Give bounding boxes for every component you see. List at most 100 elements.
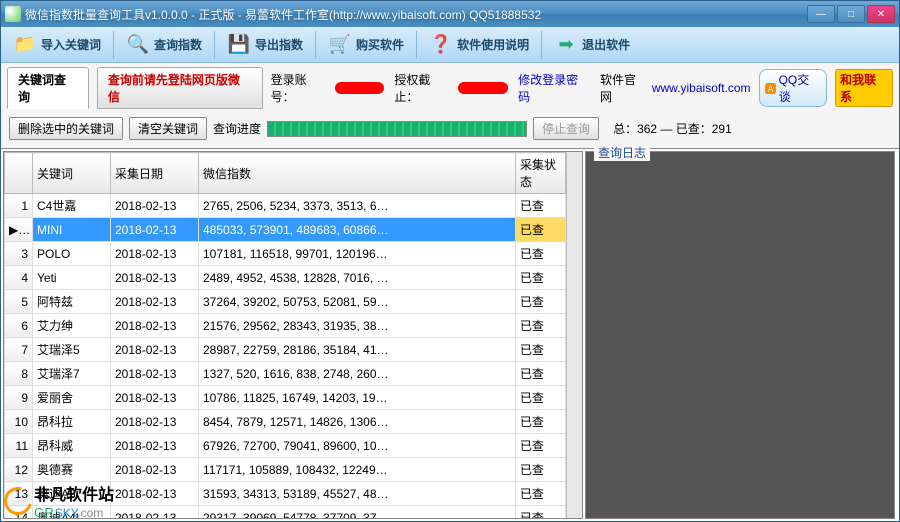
help-icon: ❓ — [429, 33, 453, 57]
cell-index: 10786, 11825, 16749, 14203, 19… — [199, 386, 516, 410]
cell-date: 2018-02-13 — [111, 458, 199, 482]
qq-chat-button[interactable]: 🅰 QQ交谈 — [759, 69, 828, 107]
cell-keyword: 奥德赛 — [33, 458, 111, 482]
cell-index: 107181, 116518, 99701, 120196… — [199, 242, 516, 266]
login-account-label: 登录账号： — [271, 71, 331, 105]
contact-button[interactable]: 和我联系 — [835, 69, 893, 107]
cell-index: 28987, 22759, 28186, 35184, 41… — [199, 338, 516, 362]
log-title: 查询日志 — [594, 144, 650, 161]
cell-keyword: 艾瑞泽7 — [33, 362, 111, 386]
row-number: 1 — [5, 194, 33, 218]
cell-status: 已查 — [516, 266, 566, 290]
delete-selected-button[interactable]: 删除选中的关键词 — [9, 117, 123, 140]
table-row[interactable]: 12奥德赛2018-02-13117171, 105889, 108432, 1… — [5, 458, 566, 482]
buy-software-button[interactable]: 🛒 购买软件 — [320, 29, 412, 61]
folder-icon: 📁 — [13, 33, 37, 57]
cart-icon: 🛒 — [328, 33, 352, 57]
table-row[interactable]: ▶ 2MINI2018-02-13485033, 573901, 489683,… — [5, 218, 566, 242]
magnifier-icon: 🔍 — [126, 33, 150, 57]
cell-keyword: C4世嘉 — [33, 194, 111, 218]
row-number: 8 — [5, 362, 33, 386]
table-row[interactable]: 1C4世嘉2018-02-132765, 2506, 5234, 3373, 3… — [5, 194, 566, 218]
exit-button[interactable]: ➡ 退出软件 — [546, 29, 638, 61]
table-row[interactable]: 7艾瑞泽52018-02-1328987, 22759, 28186, 3518… — [5, 338, 566, 362]
cell-status: 已查 — [516, 314, 566, 338]
table-row[interactable]: 5阿特兹2018-02-1337264, 39202, 50753, 52081… — [5, 290, 566, 314]
cell-status: 已查 — [516, 218, 566, 242]
stop-query-button[interactable]: 停止查询 — [533, 117, 599, 140]
table-row[interactable]: 13奥迪A32018-02-1331593, 34313, 53189, 455… — [5, 482, 566, 506]
clear-keywords-button[interactable]: 清空关键词 — [129, 117, 207, 140]
table-row[interactable]: 8艾瑞泽72018-02-131327, 520, 1616, 838, 274… — [5, 362, 566, 386]
cell-date: 2018-02-13 — [111, 362, 199, 386]
cell-date: 2018-02-13 — [111, 194, 199, 218]
vertical-scrollbar[interactable] — [566, 152, 582, 518]
qq-chat-label: QQ交谈 — [779, 71, 822, 105]
cell-keyword: 阿特兹 — [33, 290, 111, 314]
titlebar: 微信指数批量查询工具v1.0.0.0 - 正式版 - 易蕾软件工作室(http:… — [1, 1, 899, 27]
count-text: 总：362 — 已查：291 — [613, 120, 732, 137]
table-row[interactable]: 6艾力绅2018-02-1321576, 29562, 28343, 31935… — [5, 314, 566, 338]
cell-date: 2018-02-13 — [111, 266, 199, 290]
cell-index: 31593, 34313, 53189, 45527, 48… — [199, 482, 516, 506]
cell-keyword: Yeti — [33, 266, 111, 290]
auth-until-label: 授权截止： — [394, 71, 454, 105]
cell-index: 485033, 573901, 489683, 60866… — [199, 218, 516, 242]
cell-index: 67926, 72700, 79041, 89600, 10… — [199, 434, 516, 458]
exit-icon: ➡ — [554, 33, 578, 57]
row-number: 11 — [5, 434, 33, 458]
site-link[interactable]: www.yibaisoft.com — [652, 81, 751, 95]
cell-date: 2018-02-13 — [111, 410, 199, 434]
col-date[interactable]: 采集日期 — [111, 153, 199, 194]
cell-date: 2018-02-13 — [111, 242, 199, 266]
cell-index: 1327, 520, 1616, 838, 2748, 260… — [199, 362, 516, 386]
table-row[interactable]: 4Yeti2018-02-132489, 4952, 4538, 12828, … — [5, 266, 566, 290]
cell-keyword: 爱丽舍 — [33, 386, 111, 410]
row-number: 6 — [5, 314, 33, 338]
table-row[interactable]: 14奥迪A4L2018-02-1329317, 39069, 54778, 37… — [5, 506, 566, 519]
cell-date: 2018-02-13 — [111, 290, 199, 314]
table-row[interactable]: 3POLO2018-02-13107181, 116518, 99701, 12… — [5, 242, 566, 266]
results-grid[interactable]: 关键词 采集日期 微信指数 采集状态 1C4世嘉2018-02-132765, … — [3, 151, 583, 519]
site-label: 软件官网 — [600, 71, 648, 105]
minimize-button[interactable]: — — [807, 5, 835, 23]
query-label: 查询指数 — [154, 36, 202, 53]
help-label: 软件使用说明 — [457, 36, 529, 53]
col-keyword[interactable]: 关键词 — [33, 153, 111, 194]
close-button[interactable]: ✕ — [867, 5, 895, 23]
maximize-button[interactable]: □ — [837, 5, 865, 23]
query-log-panel: 查询日志 — [585, 151, 895, 519]
help-button[interactable]: ❓ 软件使用说明 — [421, 29, 537, 61]
export-label: 导出指数 — [255, 36, 303, 53]
import-keywords-button[interactable]: 📁 导入关键词 — [5, 29, 109, 61]
table-row[interactable]: 10昂科拉2018-02-138454, 7879, 12571, 14826,… — [5, 410, 566, 434]
cell-status: 已查 — [516, 458, 566, 482]
col-status[interactable]: 采集状态 — [516, 153, 566, 194]
col-wechat-index[interactable]: 微信指数 — [199, 153, 516, 194]
row-number: 7 — [5, 338, 33, 362]
cell-keyword: 艾力绅 — [33, 314, 111, 338]
table-row[interactable]: 11昂科威2018-02-1367926, 72700, 79041, 8960… — [5, 434, 566, 458]
cell-index: 2765, 2506, 5234, 3373, 3513, 6… — [199, 194, 516, 218]
table-row[interactable]: 9爱丽舍2018-02-1310786, 11825, 16749, 14203… — [5, 386, 566, 410]
import-label: 导入关键词 — [41, 36, 101, 53]
row-number: 9 — [5, 386, 33, 410]
row-number: 4 — [5, 266, 33, 290]
main-toolbar: 📁 导入关键词 🔍 查询指数 💾 导出指数 🛒 购买软件 ❓ 软件使用说明 ➡ … — [1, 27, 899, 63]
cell-status: 已查 — [516, 506, 566, 519]
cell-status: 已查 — [516, 338, 566, 362]
cell-date: 2018-02-13 — [111, 338, 199, 362]
cell-keyword: MINI — [33, 218, 111, 242]
cell-date: 2018-02-13 — [111, 218, 199, 242]
cell-date: 2018-02-13 — [111, 386, 199, 410]
cell-keyword: 昂科拉 — [33, 410, 111, 434]
change-password-link[interactable]: 修改登录密码 — [518, 71, 590, 105]
cell-status: 已查 — [516, 290, 566, 314]
query-index-button[interactable]: 🔍 查询指数 — [118, 29, 210, 61]
export-index-button[interactable]: 💾 导出指数 — [219, 29, 311, 61]
tab-keyword-query[interactable]: 关键词查询 — [7, 67, 89, 109]
cell-date: 2018-02-13 — [111, 482, 199, 506]
col-index[interactable] — [5, 153, 33, 194]
save-icon: 💾 — [227, 33, 251, 57]
cell-date: 2018-02-13 — [111, 506, 199, 519]
